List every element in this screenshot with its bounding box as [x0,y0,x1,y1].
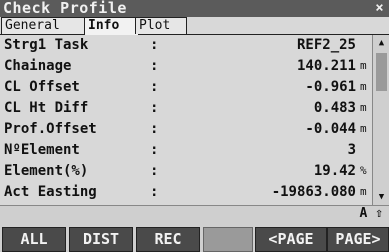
row-value: -19863.080 [271,184,356,200]
row-label: Strg1 Task [4,37,89,53]
page-forward-button[interactable]: PAGE> [327,227,389,252]
page-back-button[interactable]: <PAGE [255,227,327,252]
scroll-up-icon[interactable]: ▲ [375,37,388,49]
tab-info[interactable]: Info [84,17,139,35]
row-cl-ht-diff[interactable]: CL Ht Diff : 0.483 m [0,99,372,117]
tab-bar: General Info Plot [0,17,389,35]
empty-softkey [203,227,253,252]
softkey-bar: ALL DIST REC <PAGE PAGE> [0,221,389,252]
row-colon: : [150,58,159,74]
row-label: Prof.Offset [4,121,97,137]
row-value: 140.211 [296,58,356,74]
row-unit: m [360,59,367,72]
tab-general[interactable]: General [1,17,87,34]
row-unit: m [360,101,367,114]
row-colon: : [150,79,159,95]
row-unit: % [360,164,367,177]
tab-plot[interactable]: Plot [135,17,187,34]
row-label: NºElement [4,142,80,158]
row-n-element[interactable]: NºElement : 3 [0,141,372,159]
row-value: -0.044 [305,121,356,137]
row-unit: m [360,185,367,198]
row-label: Chainage [4,58,72,74]
row-act-easting[interactable]: Act Easting : -19863.080 m [0,183,372,201]
scroll-down-icon[interactable]: ▼ [375,191,388,203]
row-unit: m [360,122,367,135]
dist-button[interactable]: DIST [69,227,133,252]
info-list: Strg1 Task : REF2_25 Chainage : 140.211 … [0,35,372,205]
row-colon: : [150,100,159,116]
row-chainage[interactable]: Chainage : 140.211 m [0,57,372,75]
row-unit: m [360,80,367,93]
row-value: 3 [347,142,356,158]
row-label: Element(%) [4,163,89,179]
all-button[interactable]: ALL [2,227,66,252]
check-profile-screen: Check Profile × General Info Plot Strg1 … [0,0,389,252]
row-label: Act Easting [4,184,97,200]
row-label: CL Ht Diff [4,100,89,116]
row-prof-offset[interactable]: Prof.Offset : -0.044 m [0,120,372,138]
row-colon: : [150,184,159,200]
close-icon[interactable]: × [372,1,387,16]
row-label: CL Offset [4,79,80,95]
row-colon: : [150,163,159,179]
window-title: Check Profile [3,0,127,17]
row-strg1-task[interactable]: Strg1 Task : REF2_25 [0,36,372,54]
row-colon: : [150,37,159,53]
row-value: -0.961 [305,79,356,95]
row-value: 0.483 [313,100,356,116]
vertical-scrollbar[interactable]: ▲ ▼ [372,35,389,205]
row-colon: : [150,142,159,158]
row-value: 19.42 [313,163,356,179]
row-value: REF2_25 [296,37,356,53]
status-line: A ⇧ [0,205,389,222]
scroll-thumb[interactable] [376,53,387,91]
title-bar: Check Profile × [0,0,389,17]
row-colon: : [150,121,159,137]
input-mode-indicator: A ⇧ [359,206,383,221]
rec-button[interactable]: REC [136,227,200,252]
row-cl-offset[interactable]: CL Offset : -0.961 m [0,78,372,96]
row-element-percent[interactable]: Element(%) : 19.42 % [0,162,372,180]
